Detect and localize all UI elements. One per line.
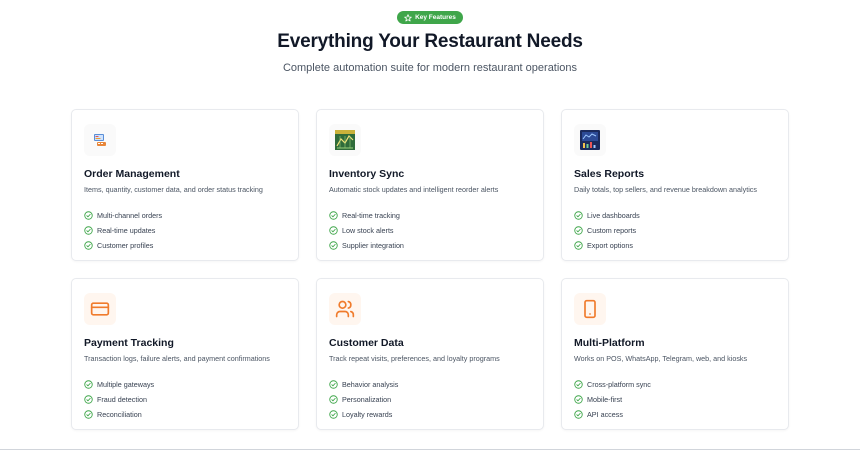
icon-container	[574, 124, 606, 156]
check-circle-icon	[329, 395, 338, 404]
feature-item: Real-time tracking	[329, 208, 404, 223]
feature-label: Custom reports	[587, 226, 637, 235]
feature-label: Fraud detection	[97, 395, 147, 404]
check-circle-icon	[329, 211, 338, 220]
card-title: Inventory Sync	[329, 168, 405, 180]
feature-item: Loyalty rewards	[329, 407, 398, 422]
card-description: Track repeat visits, preferences, and lo…	[329, 354, 500, 363]
check-circle-icon	[329, 226, 338, 235]
card-description: Transaction logs, failure alerts, and pa…	[84, 354, 270, 363]
card-title: Sales Reports	[574, 168, 645, 180]
feature-label: Personalization	[342, 395, 392, 404]
card-title: Order Management	[84, 168, 180, 180]
feature-item: Custom reports	[574, 223, 640, 238]
icon-container	[84, 293, 116, 325]
feature-label: Mobile-first	[587, 395, 623, 404]
check-circle-icon	[84, 211, 93, 220]
card-description: Daily totals, top sellers, and revenue b…	[574, 185, 757, 194]
feature-item: API access	[574, 407, 651, 422]
feature-item: Customer profiles	[84, 238, 162, 253]
feature-list: Multi-channel orders Real-time updates C…	[84, 208, 162, 253]
sales-dashboard-icon	[580, 130, 600, 150]
feature-item: Real-time updates	[84, 223, 162, 238]
check-circle-icon	[329, 410, 338, 419]
feature-label: Multiple gateways	[97, 380, 155, 389]
feature-label: Loyalty rewards	[342, 410, 393, 419]
inventory-chart-icon	[335, 130, 355, 150]
feature-label: Behavior analysis	[342, 380, 399, 389]
icon-container	[84, 124, 116, 156]
feature-card-order-management[interactable]: Order Management Items, quantity, custom…	[71, 109, 299, 261]
page-subtitle: Complete automation suite for modern res…	[282, 62, 578, 74]
feature-label: Customer profiles	[97, 241, 154, 250]
feature-item: Cross-platform sync	[574, 377, 651, 392]
card-description: Items, quantity, customer data, and orde…	[84, 185, 263, 194]
feature-card-payment-tracking[interactable]: Payment Tracking Transaction logs, failu…	[71, 278, 299, 430]
feature-label: Multi-channel orders	[97, 211, 163, 220]
check-circle-icon	[574, 410, 583, 419]
icon-container	[574, 293, 606, 325]
feature-list: Cross-platform sync Mobile-first API acc…	[574, 377, 651, 422]
feature-item: Fraud detection	[84, 392, 154, 407]
feature-label: API access	[587, 410, 623, 419]
feature-item: Mobile-first	[574, 392, 651, 407]
check-circle-icon	[84, 410, 93, 419]
feature-label: Real-time updates	[97, 226, 156, 235]
check-circle-icon	[574, 226, 583, 235]
check-circle-icon	[574, 211, 583, 220]
feature-card-customer-data[interactable]: Customer Data Track repeat visits, prefe…	[316, 278, 544, 430]
check-circle-icon	[574, 380, 583, 389]
check-circle-icon	[329, 380, 338, 389]
users-icon	[335, 300, 355, 318]
feature-item: Multiple gateways	[84, 377, 154, 392]
badge-label: Key Features	[415, 14, 456, 21]
order-terminal-icon	[94, 134, 106, 146]
check-circle-icon	[84, 395, 93, 404]
feature-list: Live dashboards Custom reports Export op…	[574, 208, 640, 253]
smartphone-icon	[584, 299, 596, 319]
feature-card-multi-platform[interactable]: Multi-Platform Works on POS, WhatsApp, T…	[561, 278, 789, 430]
check-circle-icon	[329, 241, 338, 250]
card-description: Automatic stock updates and intelligent …	[329, 185, 499, 194]
credit-card-icon	[90, 302, 110, 316]
check-circle-icon	[574, 395, 583, 404]
check-circle-icon	[84, 380, 93, 389]
feature-list: Behavior analysis Personalization Loyalt…	[329, 377, 398, 422]
card-title: Payment Tracking	[84, 337, 174, 349]
feature-label: Export options	[587, 241, 633, 250]
feature-item: Multi-channel orders	[84, 208, 162, 223]
feature-list: Multiple gateways Fraud detection Reconc…	[84, 377, 154, 422]
feature-item: Live dashboards	[574, 208, 640, 223]
feature-card-sales-reports[interactable]: Sales Reports Daily totals, top sellers,…	[561, 109, 789, 261]
feature-item: Reconciliation	[84, 407, 154, 422]
card-description: Works on POS, WhatsApp, Telegram, web, a…	[574, 354, 748, 363]
icon-container	[329, 293, 361, 325]
feature-item: Low stock alerts	[329, 223, 404, 238]
icon-container	[329, 124, 361, 156]
feature-card-inventory-sync[interactable]: Inventory Sync Automatic stock updates a…	[316, 109, 544, 261]
page-title: Everything Your Restaurant Needs	[277, 31, 583, 52]
card-title: Customer Data	[329, 337, 404, 349]
feature-label: Supplier integration	[342, 241, 404, 250]
feature-item: Supplier integration	[329, 238, 404, 253]
feature-label: Real-time tracking	[342, 211, 400, 220]
star-icon	[404, 13, 412, 21]
check-circle-icon	[84, 241, 93, 250]
check-circle-icon	[84, 226, 93, 235]
feature-item: Personalization	[329, 392, 398, 407]
feature-item: Export options	[574, 238, 640, 253]
feature-list: Real-time tracking Low stock alerts Supp…	[329, 208, 404, 253]
card-title: Multi-Platform	[574, 337, 645, 349]
feature-item: Behavior analysis	[329, 377, 398, 392]
feature-label: Reconciliation	[97, 410, 142, 419]
feature-label: Cross-platform sync	[587, 380, 651, 389]
feature-label: Low stock alerts	[342, 226, 394, 235]
feature-label: Live dashboards	[587, 211, 640, 220]
check-circle-icon	[574, 241, 583, 250]
key-features-badge: Key Features	[397, 11, 463, 24]
